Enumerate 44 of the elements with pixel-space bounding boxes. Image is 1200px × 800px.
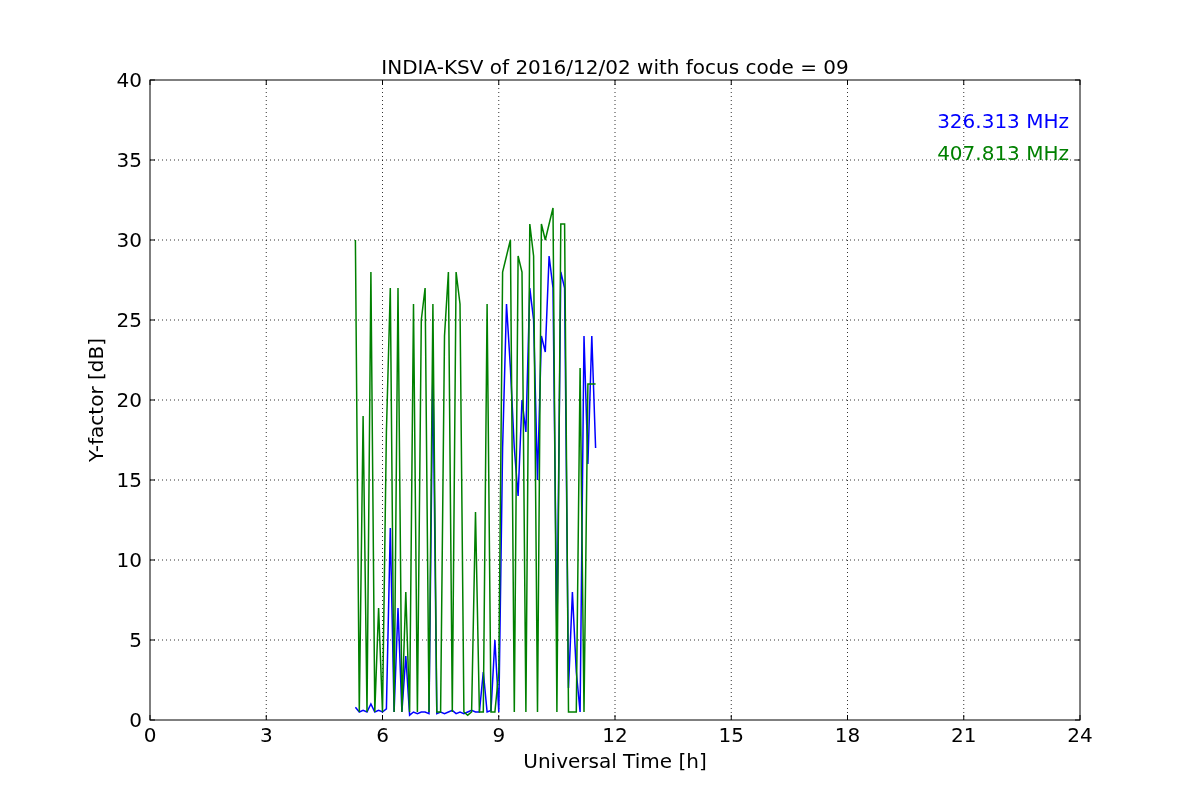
- x-tick-label: 6: [376, 723, 389, 747]
- tick-mark: [149, 559, 156, 561]
- tick-mark: [149, 319, 156, 321]
- tick-mark: [730, 79, 732, 86]
- tick-mark: [614, 79, 616, 86]
- tick-mark: [614, 714, 616, 721]
- y-tick-label: 20: [116, 388, 142, 412]
- x-tick-label: 24: [1067, 723, 1093, 747]
- x-tick-label: 9: [492, 723, 506, 747]
- tick-mark: [149, 479, 156, 481]
- tick-mark: [498, 714, 500, 721]
- y-tick-label: 35: [116, 148, 142, 172]
- x-tick-label: 18: [834, 723, 861, 747]
- tick-mark: [730, 714, 732, 721]
- tick-mark: [847, 714, 848, 721]
- x-tick-label: 15: [718, 723, 744, 747]
- tick-mark: [498, 79, 500, 86]
- tick-mark: [149, 239, 156, 241]
- legend-label: 326.313 MHz: [937, 109, 1069, 133]
- y-tick-label: 0: [129, 708, 142, 732]
- x-axis-label: Universal Time [h]: [523, 749, 707, 773]
- y-tick-label: 30: [116, 228, 142, 252]
- legend-label: 407.813 MHz: [937, 141, 1069, 165]
- tick-mark: [963, 714, 965, 721]
- x-tick-label: 21: [951, 723, 977, 747]
- x-tick-label: 12: [602, 723, 628, 747]
- y-tick-label: 25: [116, 308, 142, 332]
- tick-mark: [149, 399, 156, 401]
- tick-mark: [265, 714, 267, 721]
- y-axis-label: Y-factor [dB]: [84, 338, 108, 462]
- y-tick-label: 40: [116, 68, 142, 92]
- tick-mark: [963, 79, 965, 86]
- x-tick-label: 3: [259, 723, 273, 747]
- tick-mark: [847, 79, 848, 86]
- x-tick-label: 0: [143, 723, 157, 747]
- tick-mark: [382, 714, 383, 721]
- tick-mark: [382, 79, 383, 86]
- y-tick-label: 5: [129, 628, 142, 652]
- chart-title: INDIA-KSV of 2016/12/02 with focus code = 09: [381, 55, 849, 79]
- tick-mark: [265, 79, 267, 86]
- tick-mark: [149, 639, 156, 641]
- y-tick-label: 15: [116, 468, 142, 492]
- tick-mark: [149, 159, 156, 161]
- y-tick-label: 10: [116, 548, 142, 572]
